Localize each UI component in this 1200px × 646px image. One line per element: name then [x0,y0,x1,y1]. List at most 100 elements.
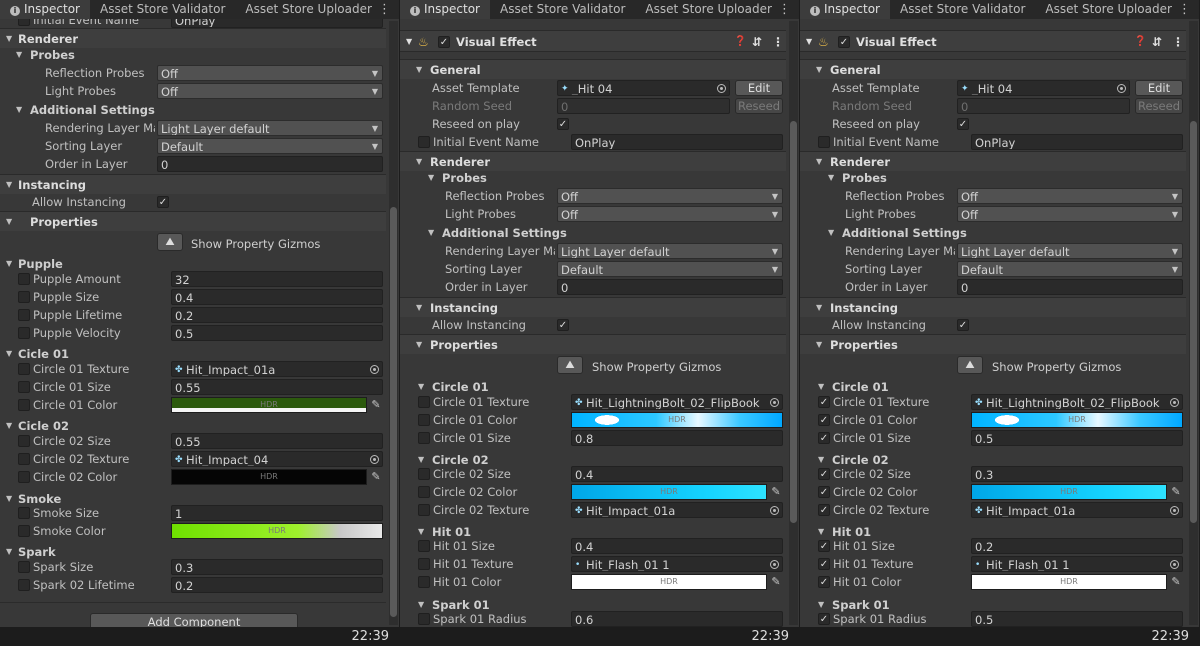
object-picker-icon[interactable] [370,365,379,374]
pupple-velocity-field[interactable]: 0.5 [171,325,383,341]
additional-settings-foldout[interactable]: ▼ Additional Settings [400,224,786,242]
kebab-menu-icon[interactable]: ⋮ [378,0,391,19]
tab-asset-store-validator[interactable]: Asset Store Validator [90,0,235,19]
edit-button[interactable]: Edit [1135,80,1183,96]
initial-event-field[interactable]: OnPlay [171,19,383,28]
tab-inspector[interactable]: i Inspector [0,0,90,19]
circle01-texture-field[interactable]: ✤ Hit_Impact_01a [171,361,383,377]
override-checkbox[interactable]: ✓ [818,468,830,480]
probes-foldout[interactable]: ▼ Probes [800,169,1186,187]
hit01-texture-field[interactable]: • Hit_Flash_01 1 [571,556,783,572]
override-checkbox[interactable] [18,525,30,537]
eyedropper-icon[interactable]: ✎ [769,484,783,500]
object-picker-icon[interactable] [1170,398,1179,407]
override-checkbox[interactable] [18,273,30,285]
visual-effect-component-header[interactable]: ▼ ♨ ✓ Visual Effect ❓ ⇵ ⋮ [800,30,1186,52]
circle01-size-field[interactable]: 0.8 [571,430,783,446]
preset-icon[interactable]: ⇵ [1152,31,1162,53]
add-component-button[interactable]: Add Component [90,613,298,627]
circle02-texture-field[interactable]: ✤ Hit_Impact_01a [971,502,1183,518]
general-header[interactable]: ▼ General [800,59,1186,79]
show-gizmos-button[interactable]: ⛰ [957,356,983,374]
rendering-layer-dropdown[interactable]: Light Layer default ▼ [557,243,783,259]
circle01-size-field[interactable]: 0.5 [971,430,1183,446]
instancing-header[interactable]: ▼ Instancing [0,174,386,194]
order-in-layer-field[interactable]: 0 [557,279,783,295]
tab-asset-store-uploader[interactable]: Asset Store Uploader [1035,0,1182,19]
light-probes-dropdown[interactable]: Off ▼ [557,206,783,222]
additional-settings-foldout[interactable]: ▼ Additional Settings [0,101,386,119]
override-checkbox[interactable]: ✓ [818,613,830,625]
override-checkbox[interactable] [18,327,30,339]
eyedropper-icon[interactable]: ✎ [1169,574,1183,590]
instancing-header[interactable]: ▼ Instancing [800,297,1186,317]
reseed-on-play-checkbox[interactable]: ✓ [557,118,569,130]
properties-header[interactable]: ▼ Properties [0,211,386,231]
allow-instancing-checkbox[interactable]: ✓ [157,196,169,208]
hit01-texture-field[interactable]: • Hit_Flash_01 1 [971,556,1183,572]
object-picker-icon[interactable] [717,84,726,93]
hit01-color-swatch[interactable]: HDR [971,574,1167,590]
initial-event-checkbox[interactable] [818,136,830,148]
circle02-color-swatch[interactable]: HDR [571,484,767,500]
circle01-texture-field[interactable]: ✤ Hit_LightningBolt_02_FlipBook [971,394,1183,410]
scrollbar-thumb[interactable] [790,121,797,523]
show-gizmos-button[interactable]: ⛰ [557,356,583,374]
override-checkbox[interactable] [18,381,30,393]
override-checkbox[interactable]: ✓ [818,414,830,426]
circle01-color-gradient[interactable]: HDR [571,412,783,428]
tab-inspector[interactable]: i Inspector [400,0,490,19]
override-checkbox[interactable] [18,453,30,465]
circle01-color-swatch[interactable]: HDR [171,397,367,413]
instancing-header[interactable]: ▼ Instancing [400,297,786,317]
kebab-menu-icon[interactable]: ⋮ [1172,31,1184,53]
allow-instancing-checkbox[interactable]: ✓ [557,319,569,331]
additional-settings-foldout[interactable]: ▼ Additional Settings [800,224,1186,242]
initial-event-field[interactable]: OnPlay [971,134,1183,150]
eyedropper-icon[interactable]: ✎ [369,469,383,485]
vertical-scrollbar[interactable] [789,21,798,625]
override-checkbox[interactable] [18,507,30,519]
tab-asset-store-validator[interactable]: Asset Store Validator [890,0,1035,19]
asset-template-field[interactable]: ✦ _Hit 04 [957,80,1130,96]
override-checkbox[interactable] [418,468,430,480]
renderer-header[interactable]: ▼ Renderer [800,151,1186,171]
hit01-size-field[interactable]: 0.4 [571,538,783,554]
override-checkbox[interactable] [18,435,30,447]
object-picker-icon[interactable] [1117,84,1126,93]
hit01-color-swatch[interactable]: HDR [571,574,767,590]
light-probes-dropdown[interactable]: Off ▼ [957,206,1183,222]
probes-foldout[interactable]: ▼ Probes [0,46,386,64]
override-checkbox[interactable] [418,576,430,588]
smoke-size-field[interactable]: 1 [171,505,383,521]
reflection-probes-dropdown[interactable]: Off ▼ [557,188,783,204]
spark01-radius-field[interactable]: 0.5 [971,611,1183,627]
scrollbar-thumb[interactable] [1190,121,1197,523]
tab-asset-store-validator[interactable]: Asset Store Validator [490,0,635,19]
visual-effect-component-header[interactable]: ▼ ♨ ✓ Visual Effect ❓ ⇵ ⋮ [400,30,786,52]
circle02-color-swatch[interactable]: HDR [971,484,1167,500]
rendering-layer-dropdown[interactable]: Light Layer default ▼ [157,120,383,136]
object-picker-icon[interactable] [370,455,379,464]
override-checkbox[interactable]: ✓ [818,486,830,498]
order-in-layer-field[interactable]: 0 [157,156,383,172]
pupple-lifetime-field[interactable]: 0.2 [171,307,383,323]
sorting-layer-dropdown[interactable]: Default ▼ [957,261,1183,277]
component-enabled-checkbox[interactable]: ✓ [438,36,450,48]
override-checkbox[interactable] [18,291,30,303]
pupple-size-field[interactable]: 0.4 [171,289,383,305]
scrollbar-thumb[interactable] [390,207,397,617]
override-checkbox[interactable] [418,414,430,426]
help-icon[interactable]: ❓ [1134,31,1146,53]
override-checkbox[interactable] [18,471,30,483]
override-checkbox[interactable] [418,613,430,625]
renderer-header[interactable]: ▼ Renderer [0,28,386,48]
override-checkbox[interactable] [418,504,430,516]
circle01-size-field[interactable]: 0.55 [171,379,383,395]
properties-header[interactable]: ▼ Properties [800,334,1186,354]
override-checkbox[interactable]: ✓ [818,396,830,408]
override-checkbox[interactable]: ✓ [818,432,830,444]
tab-asset-store-uploader[interactable]: Asset Store Uploader [635,0,782,19]
renderer-header[interactable]: ▼ Renderer [400,151,786,171]
eyedropper-icon[interactable]: ✎ [369,397,383,413]
